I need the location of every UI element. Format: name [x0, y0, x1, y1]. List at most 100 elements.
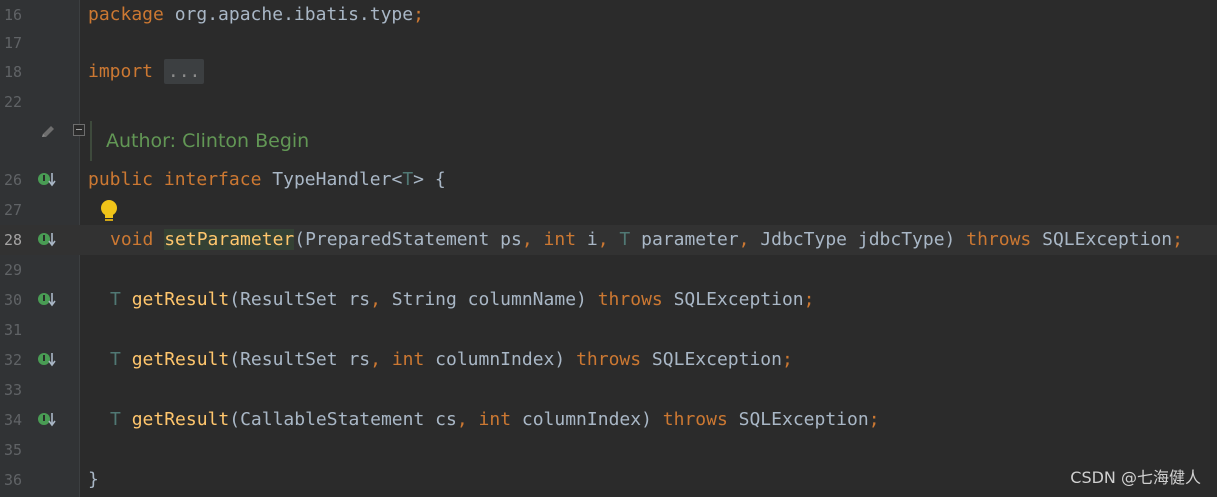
line-number: 30: [4, 291, 23, 309]
keyword: int: [543, 229, 577, 250]
line-number: 27: [4, 201, 23, 219]
line-number: 33: [4, 381, 23, 399]
code-line: 27: [0, 195, 1217, 225]
line-number: 34: [4, 411, 23, 429]
code-text: import ...: [88, 57, 205, 87]
line-number: 31: [4, 321, 23, 339]
implemented-method-icon[interactable]: [37, 290, 57, 310]
param: PreparedStatement ps: [305, 229, 522, 250]
package-name: org.apache.ibatis.type: [163, 4, 414, 25]
implemented-method-icon[interactable]: [37, 410, 57, 430]
exception: SQLException: [641, 349, 782, 370]
paren: (: [294, 229, 306, 250]
code-line: 32 T getResult(ResultSet rs, int columnI…: [0, 345, 1217, 375]
line-number: 22: [4, 93, 23, 111]
method-name: getResult: [131, 349, 230, 370]
keyword: package: [88, 4, 164, 25]
comma: ,: [521, 229, 533, 250]
line-number: 35: [4, 441, 23, 459]
line-number: 36: [4, 471, 23, 489]
semicolon: ;: [868, 409, 880, 430]
exception: SQLException: [662, 289, 804, 310]
line-number: 18: [4, 63, 23, 81]
keyword: interface: [163, 169, 262, 190]
keyword: int: [478, 409, 512, 430]
type-parameter: T: [619, 229, 631, 250]
code-line: 33: [0, 375, 1217, 405]
keyword: throws: [966, 229, 1032, 250]
code-line: 29: [0, 255, 1217, 285]
brace: > {: [413, 169, 446, 190]
type-parameter: T: [110, 349, 121, 370]
comma: ,: [597, 229, 609, 250]
type-parameter: T: [110, 409, 121, 430]
doc-comment: Author: Clinton Begin: [90, 121, 309, 161]
code-text: T getResult(ResultSet rs, int columnInde…: [110, 345, 793, 375]
close-brace: }: [88, 469, 99, 490]
semicolon: ;: [1172, 229, 1183, 250]
paren: (: [229, 409, 241, 430]
code-line: 18 import ...: [0, 57, 1217, 136]
type-parameter: T: [402, 169, 414, 190]
code-text: void setParameter(PreparedStatement ps, …: [110, 225, 1183, 255]
semicolon: ;: [781, 349, 793, 370]
param: i: [576, 229, 598, 250]
keyword: public: [88, 169, 154, 190]
param: ResultSet rs: [240, 349, 371, 370]
implemented-method-icon[interactable]: [37, 230, 57, 250]
code-line-current: 28 void setParameter(PreparedStatement p…: [0, 225, 1217, 255]
param: CallableStatement cs: [240, 409, 457, 430]
exception: SQLException: [1031, 229, 1173, 250]
code-line: 35: [0, 435, 1217, 465]
comma: ,: [370, 289, 381, 310]
keyword: int: [391, 349, 425, 370]
param: columnIndex): [511, 409, 652, 430]
code-text: public interface TypeHandler<T> {: [88, 165, 446, 195]
interface-name: TypeHandler: [272, 169, 392, 190]
folded-imports[interactable]: ...: [163, 59, 205, 84]
implemented-method-icon[interactable]: [37, 170, 57, 190]
exception: SQLException: [727, 409, 869, 430]
method-name: setParameter: [164, 229, 295, 250]
code-text: T getResult(ResultSet rs, String columnN…: [110, 285, 814, 315]
watermark: CSDN @七海健人: [1070, 468, 1201, 487]
param: ResultSet rs: [240, 289, 371, 310]
code-line: 31: [0, 315, 1217, 345]
line-number: 16: [4, 6, 23, 24]
fold-toggle-icon[interactable]: [73, 124, 85, 136]
comma: ,: [738, 229, 750, 250]
method-name: getResult: [131, 409, 230, 430]
keyword: throws: [597, 289, 663, 310]
param: JdbcType jdbcType): [749, 229, 956, 250]
code-line: 26 public interface TypeHandler<T> {: [0, 165, 1217, 195]
line-number: 29: [4, 261, 23, 279]
semicolon: ;: [413, 4, 424, 25]
line-number: 28: [4, 231, 23, 249]
type-parameter: T: [110, 289, 121, 310]
comma: ,: [370, 349, 381, 370]
keyword: throws: [576, 349, 642, 370]
param: parameter: [630, 229, 739, 250]
lightbulb-icon[interactable]: [99, 199, 119, 223]
paren: (: [229, 349, 241, 370]
param: String columnName): [380, 289, 587, 310]
keyword: import: [88, 61, 154, 82]
edit-pencil-icon[interactable]: [38, 122, 58, 142]
code-line: 34 T getResult(CallableStatement cs, int…: [0, 405, 1217, 435]
code-line: 36 }: [0, 465, 1217, 495]
code-line: 17: [0, 28, 1217, 58]
param: columnIndex): [424, 349, 566, 370]
line-number: 17: [4, 34, 23, 52]
code-line: 30 T getResult(ResultSet rs, String colu…: [0, 285, 1217, 315]
code-text: package org.apache.ibatis.type;: [88, 0, 424, 30]
line-number: 26: [4, 171, 23, 189]
line-number: 32: [4, 351, 23, 369]
keyword: void: [110, 229, 154, 250]
implemented-method-icon[interactable]: [37, 350, 57, 370]
keyword: throws: [662, 409, 728, 430]
comma: ,: [456, 409, 468, 430]
code-text: }: [88, 465, 99, 495]
method-name: getResult: [131, 289, 230, 310]
angle-bracket: <: [391, 169, 403, 190]
code-line: 16 package org.apache.ibatis.type;: [0, 0, 1217, 30]
